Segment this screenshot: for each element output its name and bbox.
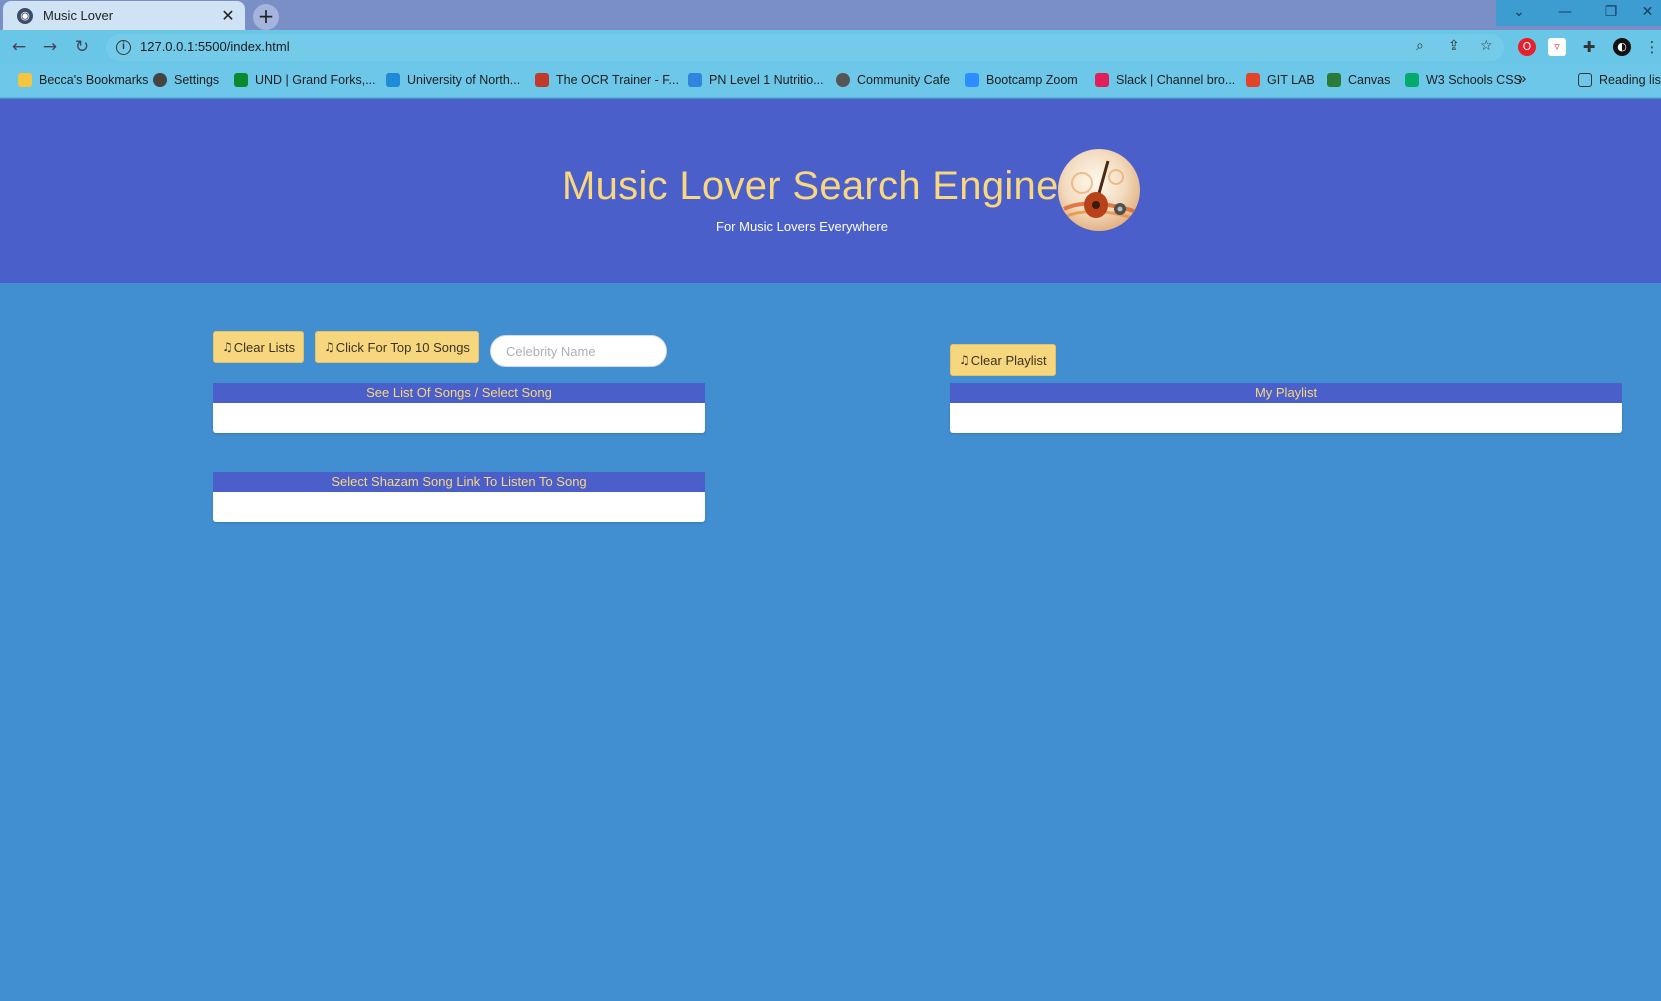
back-button[interactable]: ← [6,34,32,60]
bookmark-star-icon[interactable]: ☆ [1480,38,1493,54]
music-note-icon: ♫ [222,340,233,354]
gear-icon [153,73,167,87]
bookmark-item[interactable]: GIT LAB [1246,73,1315,87]
reading-list-button[interactable]: Reading list [1578,73,1661,87]
w3schools-icon [1405,73,1419,87]
address-bar[interactable]: i 127.0.0.1:5500/index.html ⌕ ⇪ ☆ [106,34,1504,61]
cloud-icon [386,73,400,87]
clear-playlist-label: Clear Playlist [970,352,1047,368]
tab-strip: ◉ Music Lover ✕ + ⌄ — ❐ ✕ [0,0,1661,30]
chrome-icon [836,73,850,87]
bookmark-item[interactable]: W3 Schools CSS [1405,73,1522,87]
top-10-songs-button[interactable]: ♫ Click For Top 10 Songs [315,331,479,363]
bookmark-label: PN Level 1 Nutritio... [709,73,824,87]
folder-icon [18,73,32,87]
bookmark-item[interactable]: Community Cafe [836,73,950,87]
minimize-button[interactable]: — [1542,0,1588,26]
clear-lists-label: Clear Lists [233,339,296,355]
guitar-icon [1063,160,1137,221]
profile-avatar[interactable]: ◐ [1613,38,1631,56]
bookmark-label: Becca's Bookmarks [39,73,149,87]
bookmark-label: Canvas [1348,73,1391,87]
bookmark-item[interactable]: University of North... [386,73,520,87]
close-tab-icon[interactable]: ✕ [218,6,238,26]
bookmark-label: GIT LAB [1267,73,1315,87]
clear-playlist-button[interactable]: ♫ Clear Playlist [950,344,1056,376]
bookmark-label: Community Cafe [857,73,951,87]
globe-icon: ◉ [17,7,33,24]
bookmark-label: UND | Grand Forks,... [255,73,376,87]
playlist-header: My Playlist [950,383,1622,403]
bookmark-item[interactable]: PN Level 1 Nutritio... [688,73,824,87]
pn-icon [688,73,702,87]
bookmark-item[interactable]: Becca's Bookmarks [18,73,148,87]
bookmark-item[interactable]: The OCR Trainer - F... [535,73,679,87]
slack-icon [1095,73,1109,87]
bookmark-label: W3 Schools CSS [1426,73,1522,87]
browser-tab[interactable]: ◉ Music Lover ✕ [3,1,245,30]
share-icon[interactable]: ⇪ [1448,38,1460,54]
site-info-icon[interactable]: i [116,40,131,55]
pocket-extension-icon[interactable]: ▿ [1548,38,1566,56]
bookmarks-bar: » Reading list Becca's Bookmarks Settings… [0,64,1661,98]
tab-title: Music Lover [43,8,114,23]
new-tab-button[interactable]: + [253,4,279,30]
ocr-icon [535,73,549,87]
bookmark-label: The OCR Trainer - F... [556,73,679,87]
music-note-icon: ♫ [959,353,970,367]
bookmark-item[interactable]: Bootcamp Zoom [965,73,1078,87]
gitlab-icon [1246,73,1260,87]
music-note-icon: ♫ [324,340,335,354]
reading-list-label: Reading list [1599,73,1661,87]
opera-extension-icon[interactable]: O [1518,38,1536,56]
songs-list[interactable] [213,403,705,433]
songs-list-header: See List Of Songs / Select Song [213,383,705,403]
clear-lists-button[interactable]: ♫ Clear Lists [213,331,305,363]
bookmark-label: Slack | Channel bro... [1116,73,1236,87]
bookmark-label: University of North... [407,73,521,87]
bookmark-item[interactable]: Canvas [1327,73,1390,87]
bookmark-item[interactable]: Slack | Channel bro... [1095,73,1235,87]
guitar-logo-image [1058,149,1140,231]
extensions-puzzle-icon[interactable]: ✚ [1580,38,1598,56]
playlist-list[interactable] [950,403,1622,433]
shazam-links-header: Select Shazam Song Link To Listen To Son… [213,472,705,492]
top-10-songs-label: Click For Top 10 Songs [335,339,470,355]
close-window-button[interactable]: ✕ [1634,0,1661,26]
bookmark-label: Settings [174,73,220,87]
canvas-icon [1327,73,1341,87]
shazam-links-list[interactable] [213,492,705,522]
zoom-icon[interactable]: ⌕ [1416,38,1424,54]
site-header: Music Lover Search Engine For Music Love… [0,99,1661,283]
menu-kebab-icon[interactable]: ⋮ [1643,38,1661,56]
und-icon [234,73,248,87]
browser-toolbar: ← → ↻ i 127.0.0.1:5500/index.html ⌕ ⇪ ☆ … [0,30,1661,64]
page-subtitle: For Music Lovers Everywhere [716,219,888,234]
bookmark-item[interactable]: UND | Grand Forks,... [234,73,376,87]
page-title: Music Lover Search Engine [562,164,1059,208]
celebrity-name-input[interactable] [490,335,667,367]
forward-button[interactable]: → [37,34,63,60]
bookmark-label: Bootcamp Zoom [986,73,1078,87]
reading-list-icon [1578,73,1592,87]
tab-search-button[interactable]: ⌄ [1496,0,1542,26]
zoom-icon [965,73,979,87]
bookmark-item[interactable]: Settings [153,73,219,87]
url-text[interactable]: 127.0.0.1:5500/index.html [140,39,290,54]
reload-button[interactable]: ↻ [69,34,95,60]
restore-button[interactable]: ❐ [1588,0,1634,26]
